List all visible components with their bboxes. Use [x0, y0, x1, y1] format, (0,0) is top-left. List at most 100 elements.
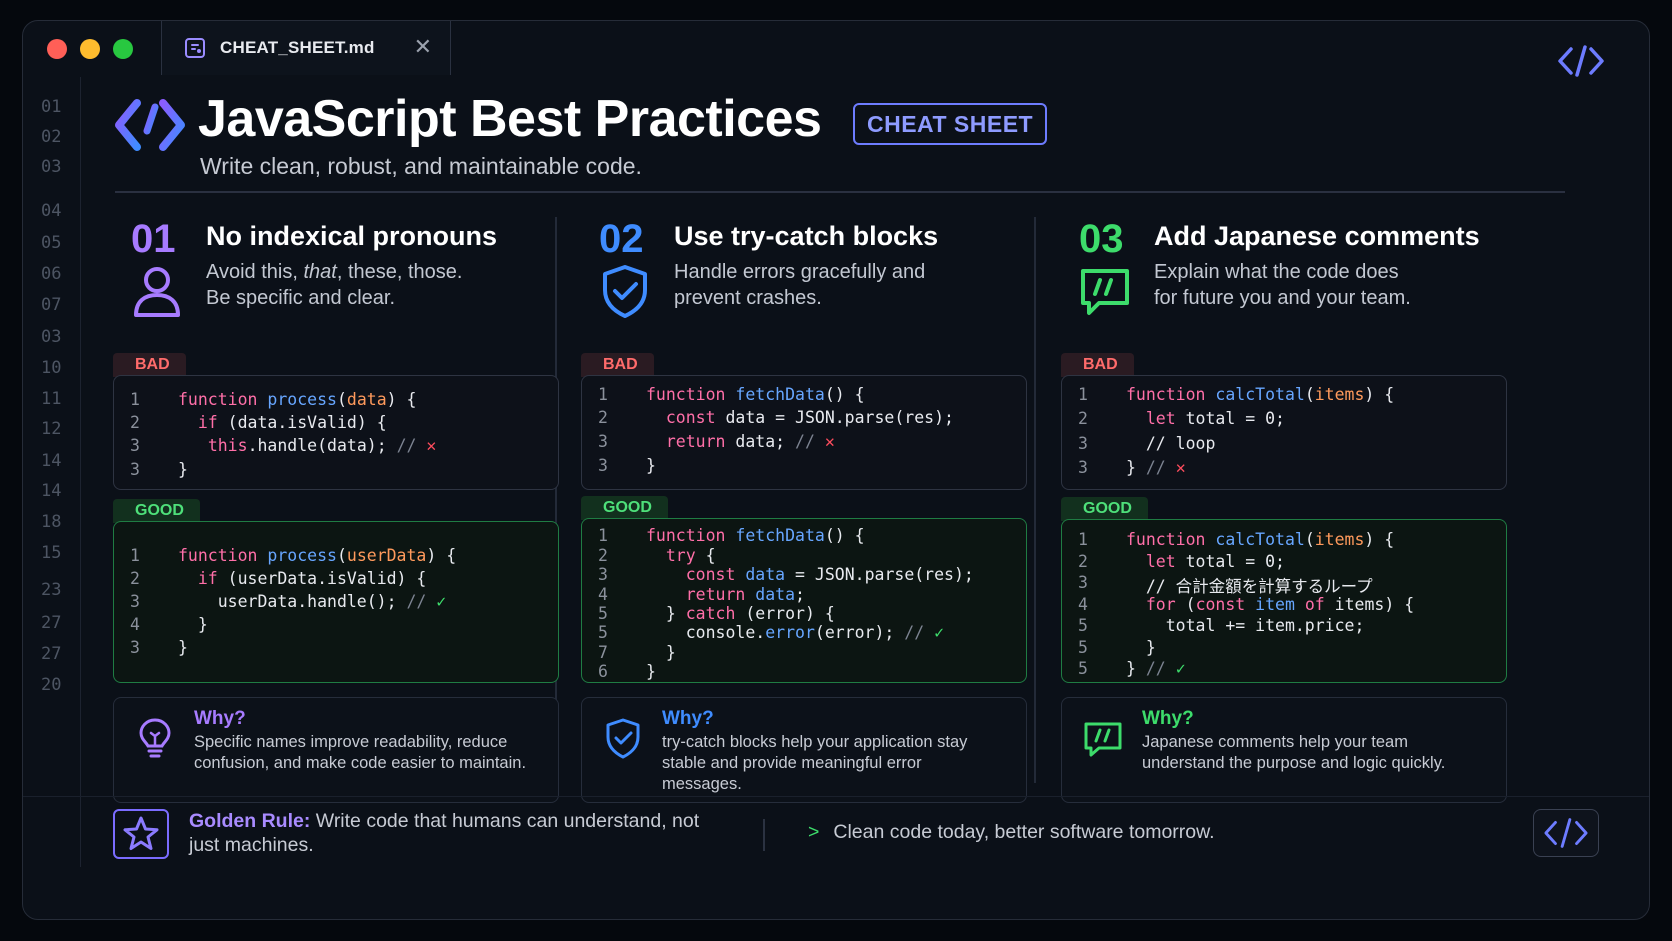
why-title: Why? — [662, 708, 714, 729]
code-line-number: 5 — [598, 604, 608, 623]
code-line-number: 3 — [130, 460, 140, 479]
code-brackets-icon — [1544, 818, 1588, 848]
code-line: if (userData.isValid) { — [178, 569, 427, 588]
practice-card-pronouns: 01 No indexical pronouns Avoid this, tha… — [113, 217, 559, 803]
why-text: try-catch blocks help your application s… — [662, 733, 968, 793]
good-code-block: function fetchData() { try { const data … — [581, 518, 1027, 683]
code-line: this.handle(data); // ✕ — [207, 436, 437, 455]
bad-label: BAD — [1061, 353, 1134, 377]
lightbulb-icon — [139, 718, 171, 758]
practice-number: 01 — [131, 217, 176, 261]
line-number: 06 — [41, 264, 62, 284]
line-number: 01 — [41, 97, 62, 117]
code-line-number: 2 — [598, 408, 608, 427]
cheat-sheet-badge: CHEAT SHEET — [853, 103, 1048, 145]
x-mark-icon: ✕ — [1175, 458, 1186, 477]
minimize-window-button[interactable] — [80, 39, 100, 59]
line-number: 05 — [41, 233, 62, 253]
code-line-number: 3 — [598, 432, 608, 451]
code-line-number: 1 — [130, 546, 140, 565]
code-line-number: 1 — [598, 526, 608, 545]
code-line-number: 6 — [598, 662, 608, 681]
code-brackets-icon[interactable] — [1557, 43, 1605, 79]
code-line-number: 1 — [1078, 530, 1088, 549]
code-line: userData.handle(); // ✓ — [178, 592, 447, 611]
practice-title: No indexical pronouns — [206, 221, 498, 251]
good-label: GOOD — [581, 496, 668, 520]
code-line-number: 3 — [130, 436, 140, 455]
code-line: return data; — [685, 585, 805, 604]
bad-code-block: function process(data) { if (data.isVali… — [113, 375, 559, 490]
practice-number: 02 — [599, 217, 644, 261]
practice-description: Explain what the code does for future you… — [1154, 261, 1411, 309]
code-line: total += item.price; — [1126, 616, 1365, 635]
why-title: Why? — [1142, 708, 1194, 729]
code-button[interactable] — [1533, 809, 1599, 857]
code-line: } catch (error) { — [646, 604, 835, 623]
code-line-number: 3 — [598, 456, 608, 475]
practice-title: Use try-catch blocks — [674, 221, 939, 251]
code-line: } — [646, 662, 656, 681]
shield-check-icon — [603, 265, 647, 318]
code-line-number: 5 — [1078, 616, 1088, 635]
footer-tagline: > Clean code today, better software tomor… — [808, 821, 1215, 843]
code-line-number: 3 — [1078, 458, 1088, 477]
code-line: let total = 0; — [1145, 552, 1285, 571]
line-number: 14 — [41, 451, 62, 471]
line-number: 14 — [41, 481, 62, 501]
line-number: 27 — [41, 644, 62, 664]
code-line: console.error(error); // ✓ — [646, 623, 945, 642]
code-line-number: 3 — [1078, 573, 1088, 592]
close-window-button[interactable] — [47, 39, 67, 59]
code-line: } — [178, 460, 188, 479]
line-number-gutter: 01 02 03 04 05 06 07 03 10 11 12 14 14 18 15 23 27 27 20 — [23, 77, 81, 867]
practice-title: Add Japanese comments — [1154, 221, 1480, 251]
code-line: const data = JSON.parse(res); — [665, 408, 954, 427]
code-line-number: 1 — [598, 385, 608, 404]
code-line: try { — [665, 546, 716, 565]
x-mark-icon: ✕ — [426, 436, 437, 455]
code-line-number: 3 — [130, 638, 140, 657]
code-line: } // ✕ — [1126, 458, 1186, 477]
code-line: function fetchData() { — [646, 385, 865, 404]
code-line: for (const item of items) { — [1145, 595, 1415, 614]
line-number: 23 — [41, 580, 62, 600]
code-line-number: 3 — [1078, 434, 1088, 453]
editor-window: CHEAT_SHEET.md ✕ 01 02 03 04 05 06 07 03 10 11 12 1… — [22, 20, 1650, 920]
bad-code-block: function calcTotal(items) { let total = … — [1061, 375, 1507, 490]
code-line-number: 5 — [1078, 638, 1088, 657]
line-number: 20 — [41, 675, 62, 695]
check-mark-icon: ✓ — [934, 623, 945, 642]
practice-card-japanese-comments: 03 Add Japanese comments Explain what th… — [1061, 217, 1507, 803]
code-line-number: 4 — [1078, 595, 1088, 614]
bad-label: BAD — [581, 353, 654, 377]
code-line-number: 1 — [1078, 385, 1088, 404]
star-icon — [123, 816, 159, 850]
code-line: return data; // ✕ — [665, 432, 835, 451]
line-number: 18 — [41, 512, 62, 532]
code-line-number: 2 — [598, 546, 608, 565]
page-title: JavaScript Best Practices — [198, 90, 822, 148]
code-line-number: 2 — [1078, 552, 1088, 571]
why-card: Why? try-catch blocks help your applicat… — [581, 697, 1027, 803]
footer-bar: Golden Rule: Write code that humans can … — [23, 796, 1649, 888]
title-bar: CHEAT_SHEET.md ✕ — [23, 21, 1649, 77]
tab-cheat-sheet[interactable]: CHEAT_SHEET.md ✕ — [161, 21, 451, 75]
check-mark-icon: ✓ — [1175, 659, 1186, 678]
code-line-number: 5 — [1078, 659, 1088, 678]
code-line-number: 7 — [598, 643, 608, 662]
good-label: GOOD — [1061, 497, 1148, 521]
why-text: Specific names improve readability, redu… — [194, 733, 527, 772]
shield-icon — [606, 718, 640, 759]
line-number: 07 — [41, 295, 62, 315]
line-number: 15 — [41, 543, 62, 563]
maximize-window-button[interactable] — [113, 39, 133, 59]
code-line: function process(data) { — [178, 390, 417, 409]
line-number: 27 — [41, 613, 62, 633]
tab-label: CHEAT_SHEET.md — [220, 38, 375, 57]
practice-description: Handle errors gracefully and prevent cras… — [674, 261, 926, 309]
js-logo-icon — [115, 99, 185, 151]
close-tab-icon[interactable]: ✕ — [414, 36, 432, 58]
x-mark-icon: ✕ — [824, 432, 835, 451]
why-text: Japanese comments help your team underst… — [1142, 733, 1446, 772]
